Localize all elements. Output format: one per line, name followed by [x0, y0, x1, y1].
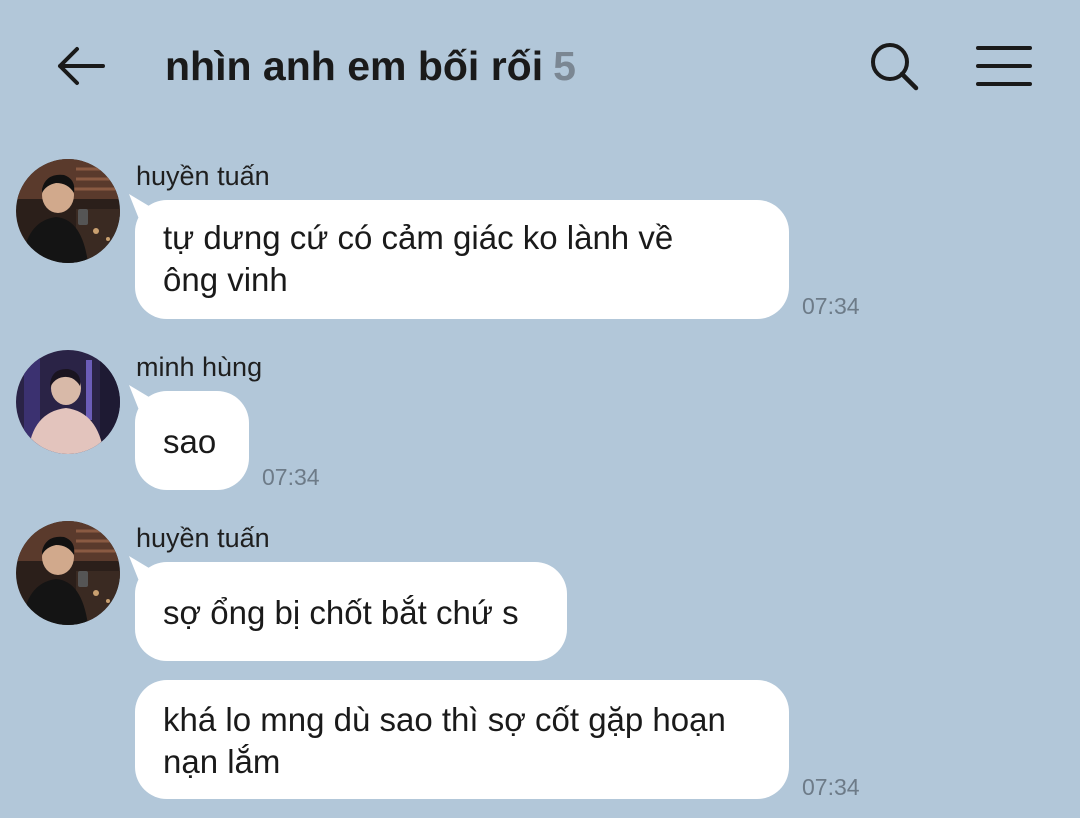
search-icon [871, 43, 919, 91]
search-button[interactable] [864, 36, 924, 96]
member-count: 5 [553, 43, 576, 89]
message-bubble[interactable]: sợ ổng bị chốt bắt chứ s [135, 562, 567, 661]
message-line: nạn lắm [163, 743, 281, 780]
avatar[interactable] [16, 159, 120, 263]
message-bubble[interactable]: tự dưng cứ có cảm giác ko lành về ông vi… [135, 200, 789, 319]
message-line: ông vinh [163, 261, 288, 298]
message-line: tự dưng cứ có cảm giác ko lành về [163, 219, 674, 256]
message-line: sao [163, 423, 217, 460]
message-bubble[interactable]: sao [135, 391, 249, 490]
arrow-left-icon [58, 47, 105, 85]
sender-name: huyền tuấn [136, 161, 270, 191]
message-time: 07:34 [802, 774, 860, 800]
message-line: khá lo mng dù sao thì sợ cốt gặp hoạn [163, 701, 726, 738]
message-time: 07:34 [802, 293, 860, 319]
message-line: sợ ổng bị chốt bắt chứ s [163, 594, 519, 631]
avatar-photo [16, 521, 120, 625]
sender-name: minh hùng [136, 352, 263, 382]
hamburger-menu-icon [976, 46, 1032, 86]
menu-button[interactable] [970, 36, 1038, 96]
group-name: nhìn anh em bối rối [165, 43, 544, 89]
sender-name: huyền tuấn [136, 523, 270, 553]
message-time: 07:34 [262, 464, 320, 490]
avatar-photo [16, 159, 120, 263]
avatar[interactable] [16, 521, 120, 625]
back-button[interactable] [52, 38, 108, 94]
avatar[interactable] [16, 350, 120, 454]
chat-header: nhìn anh em bối rối 5 [0, 0, 1080, 130]
chat-title: nhìn anh em bối rối 5 [165, 40, 576, 92]
message-bubble[interactable]: khá lo mng dù sao thì sợ cốt gặp hoạn nạ… [135, 680, 789, 799]
avatar-photo [16, 350, 120, 454]
